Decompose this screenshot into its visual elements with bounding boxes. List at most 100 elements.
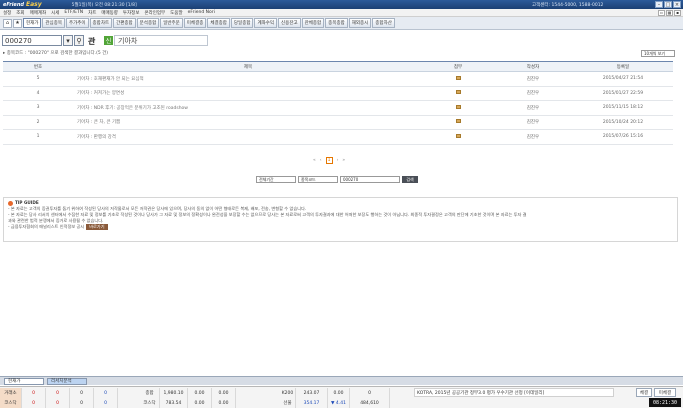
- market-count: 0: [70, 388, 94, 398]
- toolbar-tab[interactable]: 분석종합: [136, 18, 160, 28]
- menu-item[interactable]: 설정: [3, 10, 11, 16]
- toolbar: ⌂ ★ 현재가 관심종목 주가추이 종합차트 간편종합 분석종합 일반주문 미체…: [0, 17, 683, 30]
- table-row[interactable]: 4 기아차 : 커져가는 양면성 김진우 2015/01/27 22:59: [3, 86, 673, 101]
- grid-icon[interactable]: ▦: [666, 9, 673, 16]
- toolbar-tab[interactable]: 해외종시: [348, 18, 372, 28]
- menu-item[interactable]: eFriend Nori: [188, 10, 215, 15]
- stock-search-row: 000270 ▾ ⚲ 관 신 기아차: [0, 34, 683, 48]
- attachment-icon[interactable]: [423, 129, 493, 145]
- col-header-num: 번호: [3, 61, 73, 72]
- unexecuted-button[interactable]: 미체결: [654, 388, 676, 397]
- maximize-icon[interactable]: □: [664, 1, 672, 8]
- kospi-label: 종합: [140, 388, 160, 398]
- menu-item[interactable]: 투자정보: [123, 10, 140, 16]
- table-row[interactable]: 5 기아차 : 호재편재가 안 되는 요심적 김진우 2015/04/27 21…: [3, 71, 673, 87]
- row-author: 김진우: [493, 115, 573, 130]
- row-title[interactable]: 기아차 : NDR 후기: 공장먹은 분위기가 고조된 roadshow: [73, 100, 423, 116]
- shortcut-button[interactable]: 바로가기: [86, 224, 108, 230]
- k200-label: K200: [280, 388, 296, 398]
- menu-item[interactable]: 온라인업무: [144, 10, 165, 16]
- toolbar-tab[interactable]: 종합차트: [89, 18, 113, 28]
- table-row[interactable]: 1 기아차 : 판행의 강격 김진우 2015/07/26 15:16: [3, 129, 673, 145]
- market-count: 0: [22, 388, 46, 398]
- attachment-icon[interactable]: [423, 86, 493, 101]
- executed-button[interactable]: 체결: [636, 388, 652, 397]
- close-icon[interactable]: ×: [673, 1, 681, 8]
- stock-name-field: 기아차: [114, 35, 208, 46]
- k200-volume: 0: [350, 388, 390, 398]
- home-icon[interactable]: ⌂: [3, 18, 12, 28]
- dropdown-arrow-icon[interactable]: ▾: [63, 35, 73, 46]
- menu-bar: 설정 조회 매매계좌 시세 ETF/ETN 차트 매매동향 투자정보 온라인업무…: [0, 9, 683, 17]
- prev-page-button[interactable]: ‹: [320, 158, 322, 163]
- menu-right-controls: ▫ ▦ ▪: [658, 9, 681, 16]
- window-controls: – □ ×: [655, 1, 681, 8]
- toolbar-tab[interactable]: 당일종합: [230, 18, 254, 28]
- search-button[interactable]: 검색: [402, 176, 418, 183]
- field-select[interactable]: 종목코드: [298, 176, 338, 183]
- kosdaq-value: 783.54: [160, 398, 188, 408]
- toolbar-tab[interactable]: 종목종합: [325, 18, 348, 28]
- menu-item[interactable]: ETF/ETN: [64, 10, 83, 15]
- row-date: 2015/01/27 22:59: [573, 86, 673, 101]
- toolbar-tab[interactable]: 잔체종합: [301, 18, 325, 28]
- attachment-icon[interactable]: [423, 100, 493, 116]
- list-search-form: 전체기간 종목코드 000270 검색: [256, 176, 418, 183]
- toolbar-tab[interactable]: 간편종합: [113, 18, 136, 28]
- row-author: 김진우: [493, 100, 573, 116]
- attachment-icon[interactable]: [423, 71, 493, 87]
- restore-icon[interactable]: ▫: [658, 9, 665, 16]
- row-title[interactable]: 기아차 : 큰 차, 큰 기쁨: [73, 115, 423, 130]
- row-title[interactable]: 기아차 : 판행의 강격: [73, 129, 423, 145]
- tip-title: TIP GUIDE: [15, 200, 39, 205]
- keyword-input[interactable]: 000270: [340, 176, 400, 183]
- toolbar-tab[interactable]: 일반주문: [160, 18, 183, 28]
- menu-item[interactable]: 도움말: [170, 10, 182, 16]
- page-size-select[interactable]: 10개씩 보기: [641, 50, 675, 57]
- news-ticker[interactable]: KOTRA, 2015년 공공기관 정부3.0 평가 우수기관 선정 [이데일리…: [414, 388, 614, 397]
- market-count: 0: [94, 398, 118, 408]
- toolbar-tab[interactable]: 종합자산: [372, 18, 395, 28]
- task-tab[interactable]: 현재가: [4, 377, 44, 385]
- stock-code-input[interactable]: 000270: [2, 35, 62, 46]
- minimize-icon[interactable]: –: [655, 1, 663, 8]
- search-icon[interactable]: ⚲: [74, 35, 84, 46]
- tip-line: - 금융투자협회의 애널리스트 인적정보 공시: [8, 224, 85, 229]
- row-num: 1: [3, 129, 73, 145]
- current-page[interactable]: 1: [325, 157, 333, 164]
- toolbar-tab[interactable]: 미체결종: [183, 18, 207, 28]
- menu-item[interactable]: 매매동향: [101, 10, 118, 16]
- col-header-author: 작성자: [493, 61, 573, 72]
- market-count: 0: [46, 388, 70, 398]
- task-tab[interactable]: 리서치분석: [47, 377, 87, 385]
- period-select[interactable]: 전체기간: [256, 176, 296, 183]
- tip-guide: TIP GUIDE - 본 자료는 고객의 증권투자를 돕기 위하여 작성된 당…: [3, 197, 678, 242]
- menu-item[interactable]: 차트: [88, 10, 96, 16]
- menu-item[interactable]: 매매계좌: [30, 10, 47, 16]
- table-row[interactable]: 3 기아차 : NDR 후기: 공장먹은 분위기가 고조된 roadshow 김…: [3, 100, 673, 116]
- toolbar-tab[interactable]: 주가추이: [65, 18, 89, 28]
- watchlist-label[interactable]: 관: [88, 36, 95, 47]
- last-page-button[interactable]: »: [342, 158, 345, 163]
- attachment-icon[interactable]: [423, 115, 493, 130]
- row-title[interactable]: 기아차 : 커져가는 양면성: [73, 86, 423, 101]
- star-icon[interactable]: ★: [13, 18, 22, 28]
- menu-item[interactable]: 시세: [51, 10, 59, 16]
- toolbar-tab[interactable]: 관심종목: [42, 18, 65, 28]
- first-page-button[interactable]: «: [313, 158, 316, 163]
- row-num: 2: [3, 115, 73, 130]
- row-date: 2015/10/24 20:12: [573, 115, 673, 130]
- toolbar-tab[interactable]: 현재가: [23, 18, 42, 28]
- toolbar-tab[interactable]: 계좌수익: [254, 18, 278, 28]
- row-num: 3: [3, 100, 73, 116]
- toolbar-tab[interactable]: 체결종합: [207, 18, 230, 28]
- next-page-button[interactable]: ›: [337, 158, 339, 163]
- toolbar-tab[interactable]: 신용잔고: [278, 18, 301, 28]
- customer-center: 고객센터: 1544-5000, 1588-0012: [532, 2, 604, 8]
- table-row[interactable]: 2 기아차 : 큰 차, 큰 기쁨 김진우 2015/10/24 20:12: [3, 115, 673, 130]
- menu-item[interactable]: 조회: [16, 10, 24, 16]
- lock-icon[interactable]: ▪: [674, 9, 681, 16]
- row-author: 김진우: [493, 86, 573, 101]
- row-author: 김진우: [493, 71, 573, 87]
- row-title[interactable]: 기아차 : 호재편재가 안 되는 요심적: [73, 71, 423, 87]
